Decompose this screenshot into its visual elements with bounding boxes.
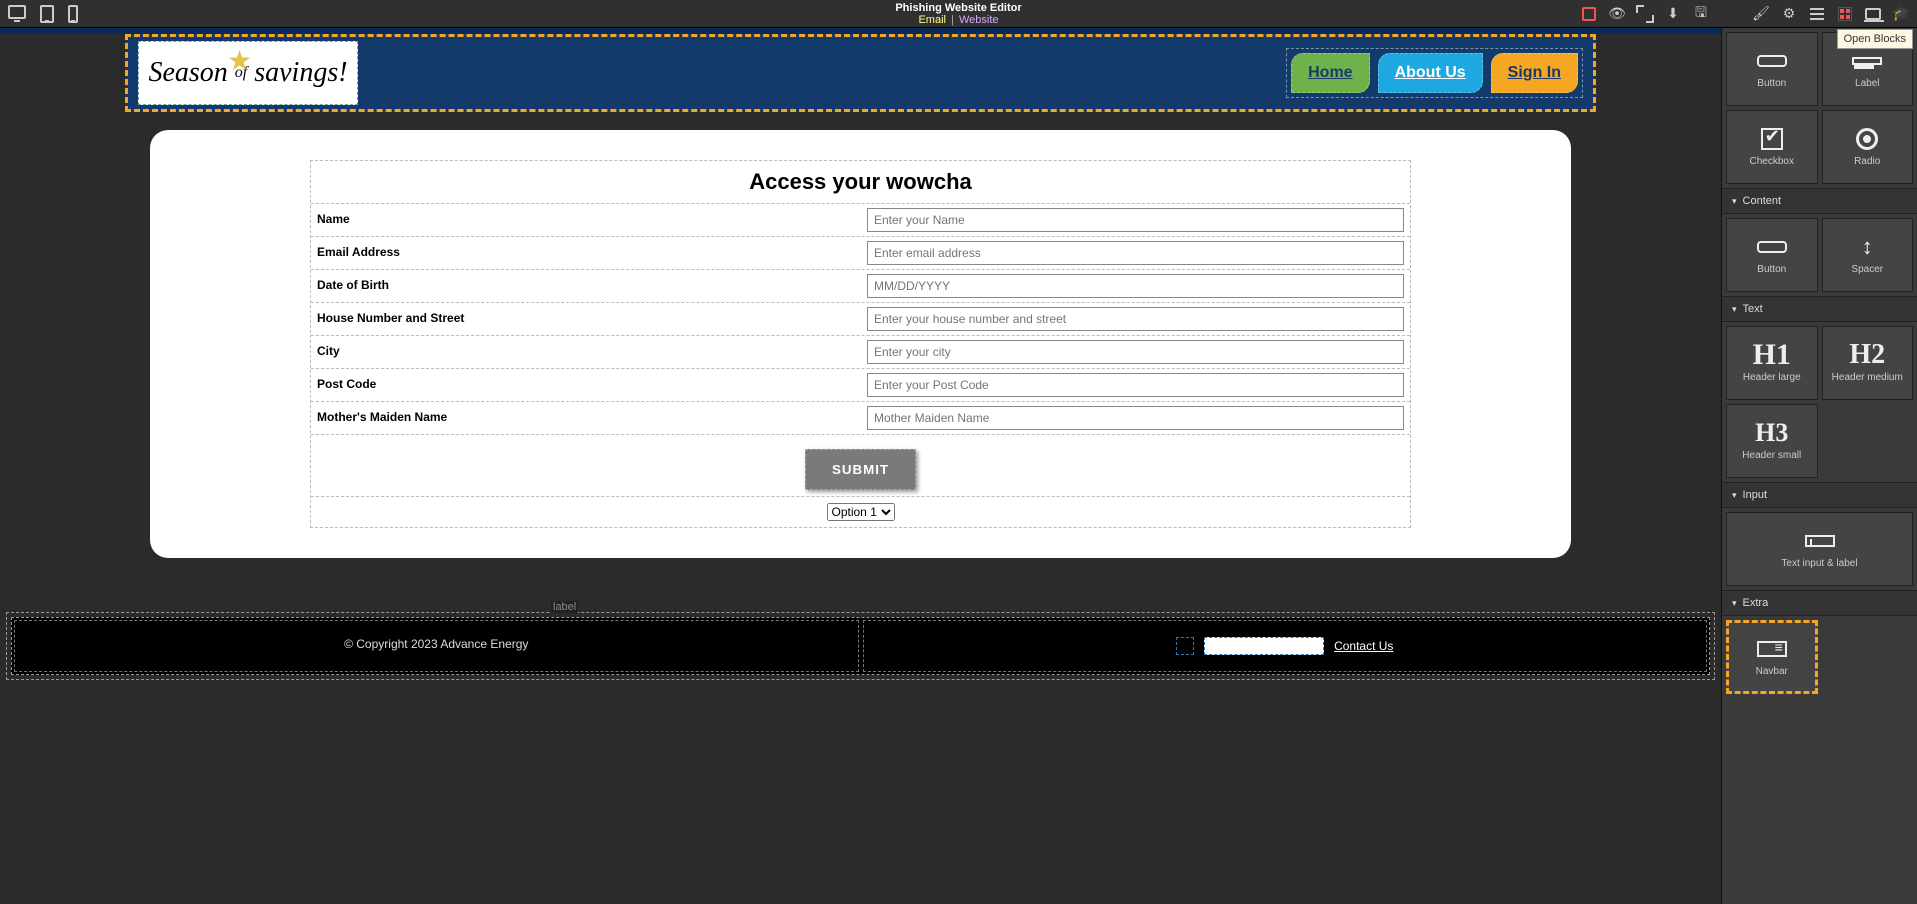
block-h1[interactable]: H1Header large [1726, 326, 1818, 400]
block-navbar[interactable]: Navbar [1726, 620, 1818, 694]
form-card[interactable]: Access your wowcha Name Email Address Da… [150, 130, 1571, 558]
maiden-label[interactable]: Mother's Maiden Name [311, 402, 861, 434]
street-label[interactable]: House Number and Street [311, 303, 861, 335]
nav-buttons: Home About Us Sign In [1286, 48, 1583, 98]
block-h2[interactable]: H2Header medium [1822, 326, 1914, 400]
street-input[interactable] [867, 307, 1404, 331]
block-h3[interactable]: H3Header small [1726, 404, 1818, 478]
name-label[interactable]: Name [311, 204, 861, 236]
post-input[interactable] [867, 373, 1404, 397]
footer-section[interactable]: label © Copyright 2023 Advance Energy Co… [6, 612, 1715, 680]
section-text[interactable]: Text [1722, 296, 1917, 322]
section-content[interactable]: Content [1722, 188, 1917, 214]
footer-placeholder-small[interactable] [1176, 637, 1194, 655]
option-select[interactable]: Option 1 [827, 503, 895, 521]
dob-label[interactable]: Date of Birth [311, 270, 861, 302]
top-toolbar: Phishing Website Editor Email | Website … [0, 0, 1917, 28]
website-link[interactable]: Website [959, 14, 999, 26]
footer-left[interactable]: © Copyright 2023 Advance Energy [14, 620, 859, 672]
name-input[interactable] [867, 208, 1404, 232]
fullscreen-icon[interactable] [1637, 6, 1653, 22]
logo[interactable]: ★ Season of savings! [138, 41, 358, 105]
blocks-panel: Button Label Checkbox Radio Content Butt… [1721, 28, 1917, 904]
layers-icon[interactable] [1809, 6, 1825, 22]
right-tools [1581, 6, 1909, 22]
contact-link[interactable]: Contact Us [1334, 639, 1393, 653]
block-text-input[interactable]: Text input & label [1726, 512, 1913, 586]
app-title: Phishing Website Editor Email | Website [895, 2, 1021, 26]
download-icon[interactable] [1665, 6, 1681, 22]
mobile-icon[interactable] [68, 5, 78, 23]
tablet-icon[interactable] [40, 5, 54, 23]
email-input[interactable] [867, 241, 1404, 265]
copyright-text: © Copyright 2023 Advance Energy [344, 637, 528, 651]
city-input[interactable] [867, 340, 1404, 364]
navbar-component[interactable]: ★ Season of savings! Home About Us Sign … [125, 34, 1596, 112]
section-input[interactable]: Input [1722, 482, 1917, 508]
desktop-icon[interactable] [8, 5, 26, 19]
outline-toggle-icon[interactable] [1581, 6, 1597, 22]
blocks-icon[interactable] [1837, 6, 1853, 22]
responsive-icon[interactable] [1865, 6, 1881, 22]
submit-button[interactable]: SUBMIT [805, 449, 916, 490]
block-button[interactable]: Button [1726, 32, 1818, 106]
dob-input[interactable] [867, 274, 1404, 298]
title-text: Phishing Website Editor [895, 2, 1021, 14]
block-button-2[interactable]: Button [1726, 218, 1818, 292]
canvas[interactable]: ★ Season of savings! Home About Us Sign … [0, 28, 1721, 904]
tooltip: Open Blocks [1837, 29, 1913, 49]
city-label[interactable]: City [311, 336, 861, 368]
post-label[interactable]: Post Code [311, 369, 861, 401]
footer-right[interactable]: Contact Us [863, 620, 1708, 672]
settings-icon[interactable] [1781, 6, 1797, 22]
label-tag: label [551, 601, 578, 613]
help-icon[interactable] [1893, 6, 1909, 22]
styles-icon[interactable] [1753, 6, 1769, 22]
nav-signin-button[interactable]: Sign In [1491, 53, 1578, 93]
preview-icon[interactable] [1609, 6, 1625, 22]
block-checkbox[interactable]: Checkbox [1726, 110, 1818, 184]
save-icon[interactable] [1693, 6, 1709, 22]
form-title[interactable]: Access your wowcha [311, 161, 1410, 204]
nav-about-button[interactable]: About Us [1378, 53, 1483, 93]
block-spacer[interactable]: Spacer [1822, 218, 1914, 292]
device-switcher [8, 5, 78, 23]
email-label[interactable]: Email Address [311, 237, 861, 269]
section-extra[interactable]: Extra [1722, 590, 1917, 616]
star-icon: ★ [227, 44, 252, 77]
footer-placeholder[interactable] [1204, 637, 1324, 655]
nav-home-button[interactable]: Home [1291, 53, 1369, 93]
email-link[interactable]: Email [918, 14, 946, 26]
block-radio[interactable]: Radio [1822, 110, 1914, 184]
maiden-input[interactable] [867, 406, 1404, 430]
